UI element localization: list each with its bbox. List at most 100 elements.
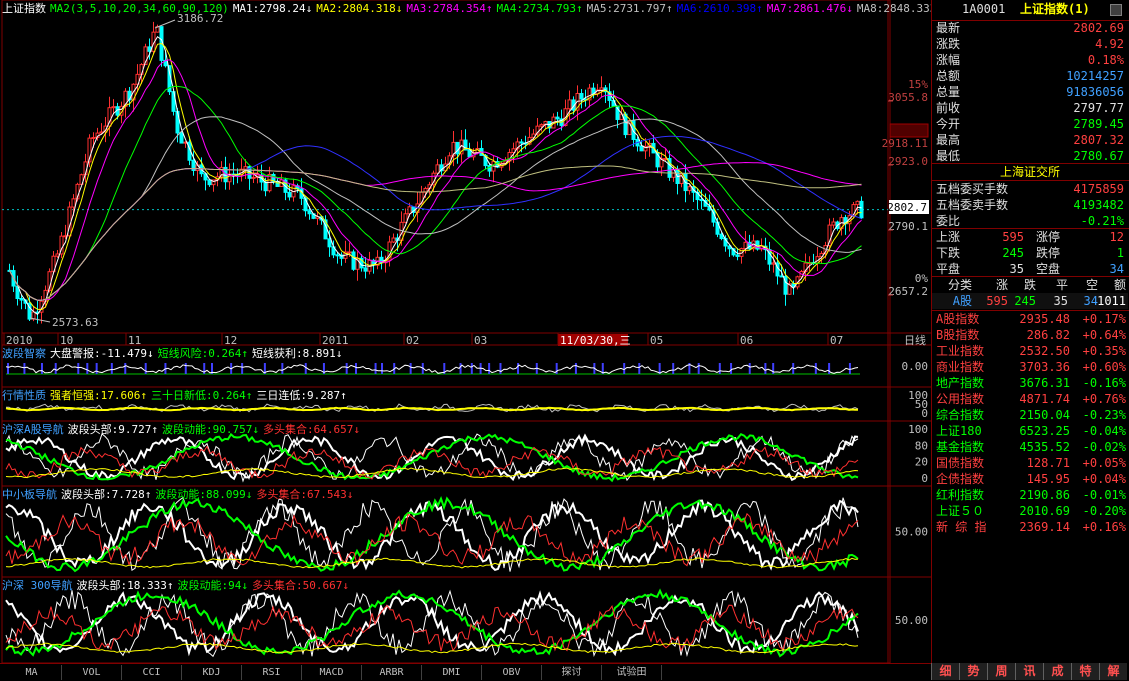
index-row[interactable]: B股指数 286.82 +0.64% (932, 327, 1128, 343)
candlestick (59, 232, 64, 259)
index-cell: 基金指数 (936, 440, 985, 454)
panel-scroll-icon[interactable] (1110, 4, 1122, 16)
panel-axis-label: 0 (921, 407, 928, 420)
high-pointer (154, 19, 176, 29)
quote-value: 10214257 (1066, 69, 1124, 83)
candlestick (603, 85, 608, 103)
index-cell: 128.71 (1026, 456, 1070, 470)
index-row[interactable]: 商业指数 3703.36 +0.60% (932, 359, 1128, 375)
index-cell: A股指数 (936, 312, 980, 326)
index-cell: 286.82 (1026, 328, 1070, 342)
candle-body (347, 251, 352, 254)
index-cell: +0.35% (1082, 344, 1126, 358)
kline-chart-area[interactable]: 3186.722573.6315%3055.8(4967)2918.112923… (0, 0, 943, 664)
candle-body (743, 241, 748, 250)
quote-row: 涨幅 0.18% (932, 52, 1128, 68)
quote-row: 最高 2807.32 (932, 132, 1128, 148)
info-tab-5[interactable]: 特 (1071, 663, 1099, 680)
quote-key: 委比 (936, 214, 961, 228)
candlestick (155, 24, 160, 33)
candle-body (555, 116, 560, 120)
info-tab-3[interactable]: 讯 (1015, 663, 1043, 680)
index-row[interactable]: 公用指数 4871.74 +0.76% (932, 391, 1128, 407)
index-row[interactable]: 国债指数 128.71 +0.05% (932, 455, 1128, 471)
quote-row: 最低 2780.67 (932, 148, 1128, 164)
index-row[interactable]: 工业指数 2532.50 +0.35% (932, 343, 1128, 359)
index-cell: 2935.48 (1019, 312, 1070, 326)
stock-name: 上证指数(1) (1020, 2, 1090, 16)
panel-value: 多头集合:67.543↓ (256, 488, 354, 501)
breadth-cell: 空盘 (1036, 262, 1061, 276)
index-row[interactable]: 企债指数 145.95 +0.04% (932, 471, 1128, 487)
candlestick (499, 161, 504, 172)
candle-body (599, 87, 604, 91)
low-label: 2573.63 (52, 316, 98, 329)
indicator-tab-macd[interactable]: MACD (302, 665, 362, 680)
indicator-tab-obv[interactable]: OBV (482, 665, 542, 680)
indicator-tab-rsi[interactable]: RSI (242, 665, 302, 680)
panel-header-sme: 中小板导航 波段头部:7.728↑ 波段动能:88.099↓ 多头集合:67.543↓ (2, 488, 357, 501)
chart-canvas[interactable]: 3186.722573.6315%3055.8(4967)2918.112923… (0, 0, 931, 664)
info-tab-0[interactable]: 细 (931, 663, 959, 680)
class-cell: 595 (986, 294, 1008, 308)
candle-body (467, 149, 472, 158)
breadth-cell: 595 (1002, 230, 1024, 244)
breadth-cell: 平盘 (936, 262, 961, 276)
indicator-tab-ma[interactable]: MA (2, 665, 62, 680)
candle-body (179, 132, 184, 144)
date-axis-label: 06 (740, 334, 753, 347)
candlestick (15, 275, 20, 306)
index-cell: 上证180 (936, 424, 982, 438)
candlestick (555, 111, 560, 126)
index-row[interactable]: 新 综 指 2369.14 +0.16% (932, 519, 1128, 535)
quote-value: 2789.45 (1073, 117, 1124, 131)
candlestick (363, 256, 368, 279)
panel-value: 波段动能:94↓ (177, 579, 248, 592)
indicator-tab-试验田[interactable]: 试验田 (602, 665, 662, 680)
quote-value: -0.21% (1080, 214, 1124, 228)
indicator-tab-arbr[interactable]: ARBR (362, 665, 422, 680)
info-tab-6[interactable]: 解 (1099, 663, 1127, 680)
candle-body (91, 136, 96, 139)
indicator-tab-cci[interactable]: CCI (122, 665, 182, 680)
breadth-cell: 12 (1109, 230, 1124, 244)
index-row[interactable]: 基金指数 4535.52 -0.02% (932, 439, 1128, 455)
quote-key: 总量 (936, 85, 961, 99)
index-cell: 145.95 (1026, 472, 1070, 486)
info-tab-4[interactable]: 成 (1043, 663, 1071, 680)
candlestick (647, 139, 652, 157)
index-cell: 公用指数 (936, 392, 985, 406)
candlestick (67, 201, 72, 239)
index-cell: 红利指数 (936, 488, 985, 502)
breadth-row: 平盘 35 空盘 34 (932, 261, 1128, 277)
breadth-cell: 34 (1109, 262, 1124, 276)
index-row[interactable]: 红利指数 2190.86 -0.01% (932, 487, 1128, 503)
info-tab-1[interactable]: 势 (959, 663, 987, 680)
quote-key: 最新 (936, 21, 961, 35)
candle-body (435, 164, 440, 174)
index-row[interactable]: 上证５０ 2010.69 -0.20% (932, 503, 1128, 519)
quote-key: 今开 (936, 117, 961, 131)
panel-value: 多头集合:50.667↓ (251, 579, 349, 592)
index-row[interactable]: 综合指数 2150.04 -0.23% (932, 407, 1128, 423)
indicator-tab-探讨[interactable]: 探讨 (542, 665, 602, 680)
indicator-tab-kdj[interactable]: KDJ (182, 665, 242, 680)
class-cell: A股 (952, 294, 972, 308)
quote-value: 2802.69 (1073, 21, 1124, 35)
index-row[interactable]: 地产指数 3676.31 -0.16% (932, 375, 1128, 391)
order-row: 五档委卖手数 4193482 (932, 197, 1128, 213)
quote-value: 4193482 (1073, 198, 1124, 212)
quote-row: 前收 2797.77 (932, 100, 1128, 116)
class-row: A股 595 245 35 34 1011 (932, 293, 1128, 309)
index-cell: 3676.31 (1019, 376, 1070, 390)
indicator-tab-vol[interactable]: VOL (62, 665, 122, 680)
index-row[interactable]: 上证180 6523.25 -0.04% (932, 423, 1128, 439)
info-tab-2[interactable]: 周 (987, 663, 1015, 680)
class-cell: 1011 (1097, 294, 1126, 308)
index-cell: -0.20% (1082, 504, 1126, 518)
candlestick (355, 251, 360, 281)
index-row[interactable]: A股指数 2935.48 +0.17% (932, 311, 1128, 327)
candle-body (539, 124, 544, 127)
indicator-tab-dmi[interactable]: DMI (422, 665, 482, 680)
candlestick (599, 76, 604, 98)
